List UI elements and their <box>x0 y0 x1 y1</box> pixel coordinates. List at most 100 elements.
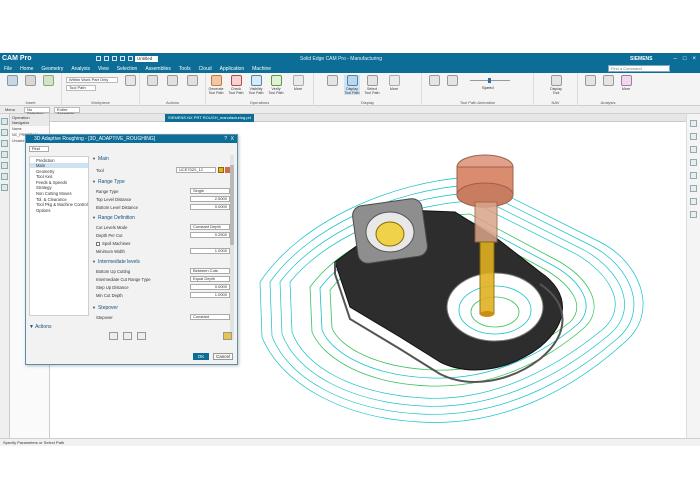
visibility-tool-path-button[interactable]: Visibility Tool Path <box>248 75 264 95</box>
graphics-viewport[interactable] <box>240 122 685 437</box>
depth-per-cut-input[interactable]: 0.2500 <box>190 232 230 238</box>
menu-geometry[interactable]: Geometry <box>37 66 67 72</box>
history-icon[interactable] <box>1 162 8 169</box>
cut-icon[interactable] <box>120 56 125 61</box>
library-icon[interactable] <box>1 184 8 191</box>
cancel-button[interactable]: Cancel <box>213 353 233 360</box>
dialog-page-tool-pkg-machine-control[interactable]: Tool Pkg & Machine Control <box>30 202 88 208</box>
menu-home[interactable]: Home <box>16 66 37 72</box>
section-intermediate-header[interactable]: ▼ Intermediate levels <box>92 259 232 265</box>
part-dropdown[interactable]: Untitled <box>135 55 159 62</box>
menu-view[interactable]: View <box>94 66 113 72</box>
check-tool-path-button[interactable]: Check Tool Path <box>228 75 244 95</box>
range-type-dropdown[interactable]: Single <box>190 188 230 194</box>
copy-icon[interactable] <box>128 56 133 61</box>
verify-action-icon[interactable] <box>137 332 146 340</box>
analysis-button-2[interactable] <box>600 75 616 87</box>
select-tool-path-button[interactable]: Select Tool Path <box>364 75 380 95</box>
intermediate-range-dropdown[interactable]: Equal Depth <box>190 276 230 282</box>
section-main-header[interactable]: ▼ Main <box>92 156 232 162</box>
cut-levels-dropdown[interactable]: Constant Depth <box>190 224 230 230</box>
generate-tool-path-button[interactable]: Generate Tool Path <box>208 75 224 95</box>
operations-more-button[interactable]: More <box>290 75 306 91</box>
view-button[interactable] <box>324 75 340 87</box>
find-input[interactable]: Find <box>29 146 49 152</box>
section-range-definition-header[interactable]: ▼ Range Definition <box>92 215 232 221</box>
minimum-width-input[interactable]: 1.0000 <box>190 248 230 254</box>
section-icon[interactable] <box>690 198 697 205</box>
display-tool-button[interactable]: Display Tool <box>548 75 564 95</box>
help-icon[interactable]: ? <box>224 135 227 143</box>
pan-icon[interactable] <box>690 159 697 166</box>
create-tool-button[interactable] <box>22 75 38 87</box>
save-icon[interactable] <box>96 56 101 61</box>
create-geometry-button[interactable] <box>40 75 56 87</box>
undo-icon[interactable] <box>104 56 109 61</box>
rotate-icon[interactable] <box>690 146 697 153</box>
roles-icon[interactable] <box>1 173 8 180</box>
menu-cloud[interactable]: Cloud <box>195 66 216 72</box>
shaded-icon[interactable] <box>690 172 697 179</box>
section-range-type-header[interactable]: ▼ Range Type <box>92 179 232 185</box>
wireframe-icon[interactable] <box>690 185 697 192</box>
menu-application[interactable]: Application <box>216 66 248 72</box>
stepover-dropdown[interactable]: Constant <box>190 314 230 320</box>
display-more-button[interactable]: More <box>386 75 402 91</box>
play-button[interactable] <box>444 75 460 87</box>
action-edit-button[interactable] <box>144 75 160 87</box>
zoom-icon[interactable] <box>690 133 697 140</box>
slider-knob[interactable] <box>488 78 491 83</box>
list-action-icon[interactable] <box>223 332 232 340</box>
menu-file[interactable]: File <box>0 66 16 72</box>
generate-action-icon[interactable] <box>109 332 118 340</box>
top-level-input[interactable]: 2.5000 <box>190 196 230 202</box>
scope-dropdown[interactable]: Entire Assembly <box>54 107 80 116</box>
dialog-title-bar[interactable]: 3D Adaptive Roughing - [3D_ADAPTIVE_ROUG… <box>26 135 237 143</box>
menu-machine[interactable]: Machine <box>248 66 275 72</box>
minimize-icon[interactable]: – <box>674 56 677 62</box>
close-icon[interactable]: X <box>231 135 234 143</box>
command-search-input[interactable]: Find a Command <box>608 65 670 72</box>
display-tool-path-button[interactable]: Display Tool Path <box>344 75 360 95</box>
close-window-icon[interactable]: × <box>692 56 696 62</box>
replay-action-icon[interactable] <box>123 332 132 340</box>
geometry-view-icon[interactable] <box>1 140 8 147</box>
spoil-machines-checkbox[interactable] <box>96 241 100 246</box>
edit-tool-icon[interactable] <box>218 167 224 173</box>
selection-filter-dropdown[interactable]: No Selection Filter <box>24 107 50 120</box>
workpiece-button[interactable] <box>122 75 138 87</box>
ok-button[interactable]: OK <box>193 353 209 360</box>
section-actions-header[interactable]: ▼ Actions <box>29 324 51 330</box>
document-tab[interactable]: SIEMENS NX PRT ROUGH_manufacturing.prt <box>165 114 254 122</box>
analysis-button-1[interactable] <box>582 75 598 87</box>
menu-tools[interactable]: Tools <box>175 66 195 72</box>
action-copy-button[interactable] <box>164 75 180 87</box>
action-delete-button[interactable] <box>184 75 200 87</box>
menu-selection[interactable]: Selection <box>113 66 142 72</box>
min-cut-depth-input[interactable]: 1.0000 <box>190 292 230 298</box>
section-stepover-header[interactable]: ▼ Stepover <box>92 305 232 311</box>
verify-tool-path-button[interactable]: Verify Tool Path <box>268 75 284 95</box>
dialog-page-options[interactable]: Options <box>30 207 88 213</box>
dialog-scrollbar[interactable] <box>230 155 234 340</box>
layer-icon[interactable] <box>690 211 697 218</box>
menu-button[interactable]: Menu <box>5 107 15 112</box>
type-filter-dropdown[interactable]: Tool Path <box>66 85 96 91</box>
analysis-more-button[interactable]: More <box>618 75 634 91</box>
animation-speed-slider[interactable] <box>470 78 510 83</box>
fit-view-icon[interactable] <box>690 120 697 127</box>
rewind-button[interactable] <box>426 75 442 87</box>
menu-analysis[interactable]: Analysis <box>67 66 94 72</box>
method-view-icon[interactable] <box>1 151 8 158</box>
selection-scope-dropdown[interactable]: Within Work Part Only <box>66 77 118 83</box>
navigator-icon[interactable] <box>1 118 8 125</box>
scrollbar-thumb[interactable] <box>230 165 234 245</box>
menu-assemblies[interactable]: Assemblies <box>141 66 175 72</box>
create-program-button[interactable] <box>4 75 20 87</box>
tool-dropdown[interactable]: UCE7020_12 <box>176 167 216 173</box>
machine-tool-icon[interactable] <box>1 129 8 136</box>
bottom-level-input[interactable]: 0.0000 <box>190 204 230 210</box>
maximize-icon[interactable]: □ <box>683 56 687 62</box>
bottom-up-dropdown[interactable]: Between Cuts <box>190 268 230 274</box>
step-up-input[interactable]: 0.0000 <box>190 284 230 290</box>
